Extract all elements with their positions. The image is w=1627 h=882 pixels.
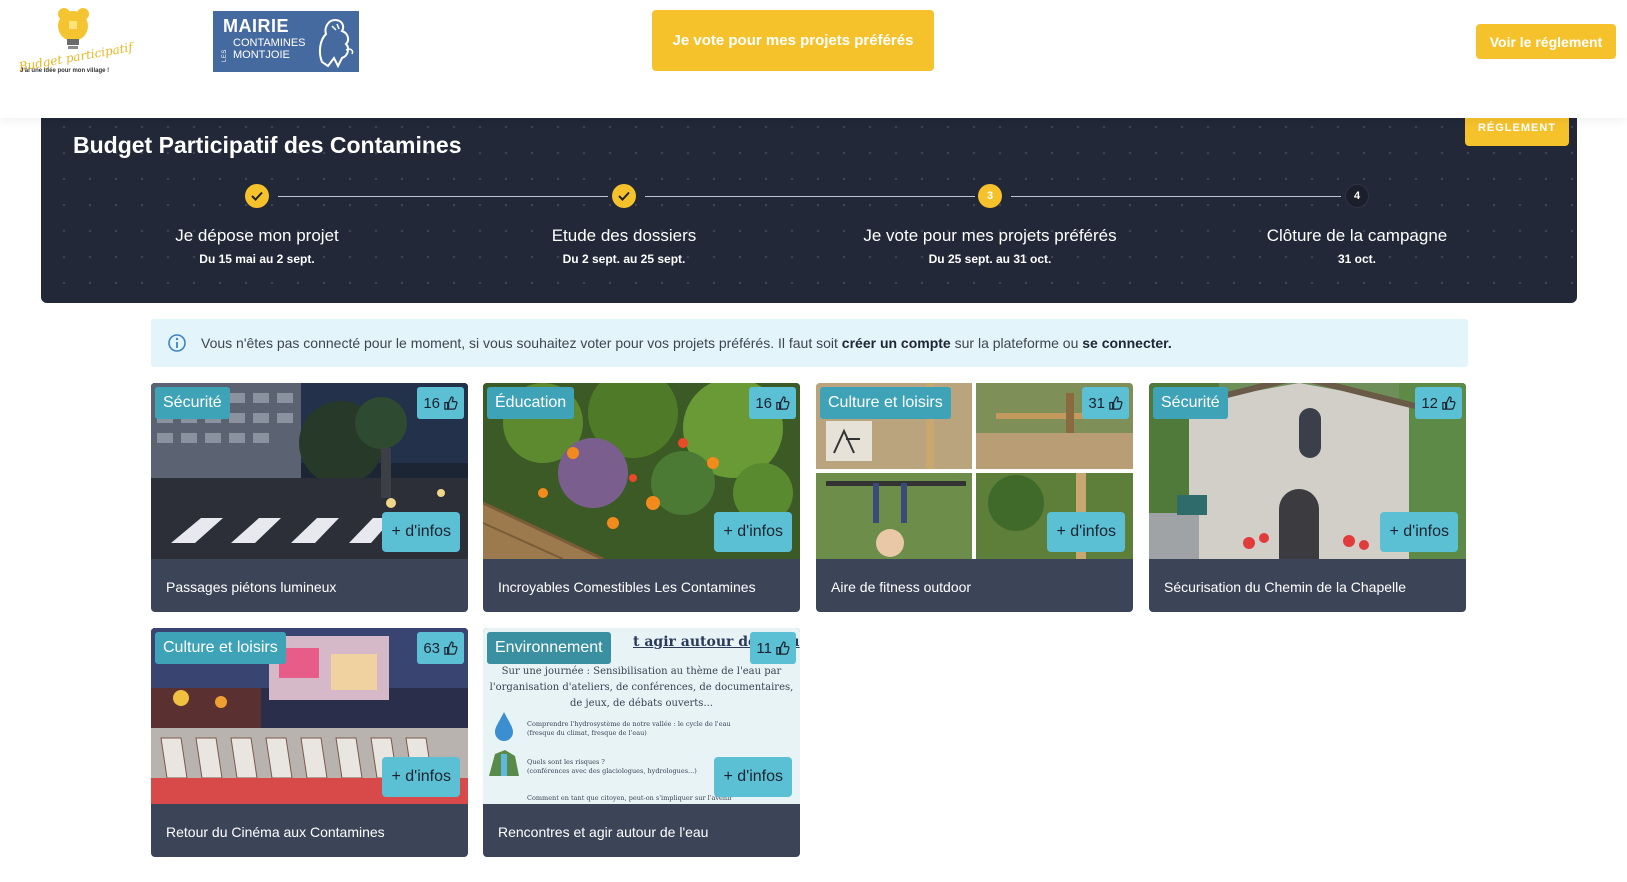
poster-intro-line: l'organisation d'ateliers, de conférence… [489,682,794,693]
login-info-alert: Vous n'êtes pas connecté pour le moment,… [151,319,1468,367]
mairie-logo-contamines: CONTAMINES [233,37,306,49]
thumbs-up-icon [1442,395,1456,410]
vote-count: 11 [756,639,772,657]
category-badge: Sécurité [155,387,230,419]
thumbs-up-icon [1109,395,1123,410]
project-card[interactable]: Sécurité 16 + d'infos Passages piétons l… [151,383,468,612]
lion-crest-icon [318,18,354,69]
more-info-button[interactable]: + d'infos [714,512,792,552]
step-4-label: Clôture de la campagne [1266,226,1448,245]
info-text-start: Vous n'êtes pas connecté pour le moment,… [201,335,842,351]
vote-count: 63 [423,639,440,657]
water-drop-icon [495,712,513,741]
project-title[interactable]: Incroyables Comestibles Les Contamines [498,579,756,595]
step-3-date: Du 25 sept. au 31 oct. [928,252,1052,266]
project-card[interactable]: Sécurité 12 + d'infos Sécurisation du Ch… [1149,383,1466,612]
campaign-title: Budget Participatif des Contamines [73,132,462,158]
step-connector [645,196,975,197]
vote-count-badge[interactable]: 31 [1082,387,1129,419]
more-info-button[interactable]: + d'infos [1047,512,1125,552]
step-4-number: 4 [1345,184,1369,208]
budget-participatif-logo[interactable]: Budget participatif J'ai une idée pour m… [14,4,134,76]
category-badge: Sécurité [1153,387,1228,419]
login-link[interactable]: se connecter. [1082,335,1172,351]
vote-count: 31 [1088,394,1105,412]
project-card[interactable]: Culture et loisirs 63 + d'infos Retour d… [151,628,468,857]
project-title[interactable]: Rencontres et agir autour de l'eau [498,824,708,840]
vote-count: 12 [1421,394,1438,412]
vote-projects-button[interactable]: Je vote pour mes projets préférés [652,10,934,71]
step-3-label: Je vote pour mes projets préférés [863,226,1117,245]
step-2-date: Du 2 sept. au 25 sept. [562,252,686,266]
poster-item-text: Quels sont les risques ? [527,758,605,766]
step-1-label: Je dépose mon projet [175,226,339,245]
vote-count-badge[interactable]: 11 [750,632,796,664]
mairie-logo-les: LES [222,49,228,62]
more-info-button[interactable]: + d'infos [382,757,460,797]
poster-item-text: Comprendre l'hydrosystème de notre vallé… [527,720,731,728]
more-info-button[interactable]: + d'infos [1380,512,1458,552]
category-badge: Éducation [487,387,575,419]
info-text: Vous n'êtes pas connecté pour le moment,… [201,335,1172,351]
info-icon [168,334,186,352]
mairie-logo-montjoie: MONTJOIE [233,49,290,61]
vote-count: 16 [755,394,772,412]
more-info-button[interactable]: + d'infos [382,512,460,552]
thumbs-up-icon [444,395,458,410]
project-title[interactable]: Aire de fitness outdoor [831,579,971,595]
thumbs-up-icon [776,640,790,655]
poster-intro-line: Sur une journée : Sensibilisation au thè… [501,666,782,677]
step-connector [1011,196,1341,197]
step-2-check-icon [612,184,636,208]
create-account-link[interactable]: créer un compte [842,335,951,351]
campaign-banner: Budget Participatif des Contamines RÉGLE… [41,104,1577,303]
project-title[interactable]: Passages piétons lumineux [166,579,336,595]
project-card[interactable]: Culture et loisirs 31 + d'infos Aire de … [816,383,1133,612]
mairie-logo-title: MAIRIE [223,16,289,36]
logo-tagline: J'ai une idée pour mon village ! [20,68,110,74]
poster-item-text: (fresque du climat, fresque de l'eau) [527,729,647,737]
category-badge: Environnement [487,632,611,664]
thumbs-up-icon [444,640,458,655]
thumbs-up-icon [776,395,790,410]
vote-count: 16 [423,394,440,412]
step-2-label: Etude des dossiers [551,226,697,245]
poster-item-text: (conférences avec des glaciologues, hydr… [527,767,697,775]
waterfall-icon [489,750,519,776]
mairie-logo[interactable]: MAIRIE LES CONTAMINES MONTJOIE [213,11,359,72]
vote-count-badge[interactable]: 16 [749,387,796,419]
category-badge: Culture et loisirs [155,632,286,664]
step-1-check-icon [245,184,269,208]
project-card[interactable]: t agir autour de l'eau Sur une journée :… [483,628,800,857]
vote-count-badge[interactable]: 12 [1415,387,1462,419]
project-title[interactable]: Sécurisation du Chemin de la Chapelle [1164,579,1406,595]
category-badge: Culture et loisirs [820,387,951,419]
poster-intro-line: de jeux, de débats ouverts... [570,698,713,709]
project-title[interactable]: Retour du Cinéma aux Contamines [166,824,385,840]
step-1-date: Du 15 mai au 2 sept. [199,252,315,266]
step-connector [278,196,608,197]
site-header: Budget participatif J'ai une idée pour m… [0,0,1627,118]
vote-count-badge[interactable]: 63 [417,632,464,664]
step-3-number: 3 [978,184,1002,208]
more-info-button[interactable]: + d'infos [714,757,792,797]
poster-item-text: Comment en tant que citoyen, peut-on s'i… [527,794,733,802]
vote-count-badge[interactable]: 16 [417,387,464,419]
step-4-date: 31 oct. [1337,252,1376,266]
project-card[interactable]: Éducation 16 + d'infos Incroyables Comes… [483,383,800,612]
info-text-middle: sur la plateforme ou [950,335,1083,351]
view-rules-button[interactable]: Voir le réglement [1476,24,1616,59]
